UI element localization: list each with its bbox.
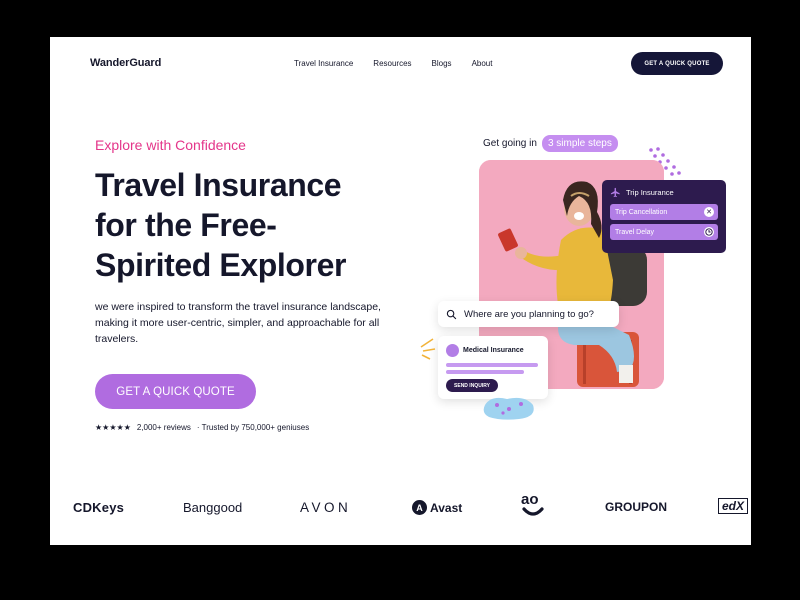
svg-text:ao: ao bbox=[521, 491, 539, 508]
steps-pill: 3 simple steps bbox=[541, 135, 618, 152]
logo-cdkeys: CDKeys bbox=[73, 500, 125, 515]
nav-link-about[interactable]: About bbox=[472, 59, 493, 68]
trip-option-delay[interactable]: Travel Delay bbox=[610, 224, 718, 240]
trip-option-cancellation[interactable]: Trip Cancellation ✕ bbox=[610, 204, 718, 220]
site-logo[interactable]: WanderGuard bbox=[90, 57, 161, 69]
clock-icon[interactable] bbox=[704, 227, 714, 237]
search-icon bbox=[446, 309, 457, 319]
medical-card-title: Medical Insurance bbox=[463, 347, 524, 354]
search-placeholder: Where are you planning to go? bbox=[464, 308, 594, 320]
avast-wordmark: Avast bbox=[430, 500, 463, 515]
avatar bbox=[446, 344, 459, 357]
trip-card-title: Trip Insurance bbox=[610, 187, 718, 198]
hero-quote-button[interactable]: GET A QUICK QUOTE bbox=[95, 374, 256, 409]
logo-banggood: Banggood bbox=[183, 500, 243, 515]
close-icon[interactable]: ✕ bbox=[704, 207, 714, 217]
partner-logos: CDKeys Banggood AVON A Avast ao GROUPON … bbox=[50, 491, 751, 522]
nav-quote-button[interactable]: GET A QUICK QUOTE bbox=[631, 52, 723, 75]
logo-avon: AVON bbox=[300, 500, 352, 515]
send-inquiry-button[interactable]: SEND INQUIRY bbox=[446, 379, 498, 392]
nav-link-blogs[interactable]: Blogs bbox=[432, 59, 452, 68]
trip-card-title-text: Trip Insurance bbox=[626, 188, 674, 197]
reviews-row: ★★★★★ 2,000+ reviews · Trusted by 750,00… bbox=[95, 423, 309, 432]
trip-option-label: Trip Cancellation bbox=[615, 208, 668, 216]
nav-link-resources[interactable]: Resources bbox=[373, 59, 411, 68]
avast-icon: A bbox=[412, 500, 427, 515]
placeholder-line bbox=[446, 363, 538, 367]
nav-link-travel-insurance[interactable]: Travel Insurance bbox=[294, 59, 353, 68]
medical-card-header: Medical Insurance bbox=[446, 344, 540, 357]
blob-decoration-icon bbox=[483, 397, 534, 420]
trip-insurance-card: Trip Insurance Trip Cancellation ✕ Trave… bbox=[602, 180, 726, 253]
logo-groupon: GROUPON bbox=[605, 500, 668, 514]
sparkle-decoration-icon bbox=[420, 338, 436, 360]
landing-page: WanderGuard Travel Insurance Resources B… bbox=[50, 37, 751, 545]
headline-line-2: for the Free- bbox=[95, 207, 277, 243]
logo-edx: edX bbox=[718, 498, 749, 514]
medical-insurance-card: Medical Insurance SEND INQUIRY bbox=[438, 336, 548, 399]
rating-stars-icon: ★★★★★ bbox=[95, 423, 131, 432]
hero-headline: Travel Insurance for the Free- Spirited … bbox=[95, 165, 415, 285]
logo-avast: A Avast bbox=[412, 500, 462, 515]
steps-label: Get going in bbox=[483, 138, 537, 149]
reviews-count: 2,000+ reviews bbox=[136, 423, 191, 432]
placeholder-line bbox=[446, 370, 524, 374]
trusted-text: · Trusted by 750,000+ geniuses bbox=[196, 423, 310, 432]
main-nav: Travel Insurance Resources Blogs About bbox=[294, 59, 492, 68]
headline-line-3: Spirited Explorer bbox=[95, 247, 347, 283]
airplane-icon bbox=[610, 187, 620, 198]
steps-intro: Get going in 3 simple steps bbox=[483, 135, 618, 152]
hero-eyebrow: Explore with Confidence bbox=[95, 137, 246, 153]
ao-logo-icon: ao bbox=[521, 491, 544, 516]
trip-option-label: Travel Delay bbox=[615, 228, 655, 236]
headline-line-1: Travel Insurance bbox=[95, 167, 342, 203]
hero-description: we were inspired to transform the travel… bbox=[95, 301, 381, 345]
destination-search[interactable]: Where are you planning to go? bbox=[438, 301, 619, 327]
